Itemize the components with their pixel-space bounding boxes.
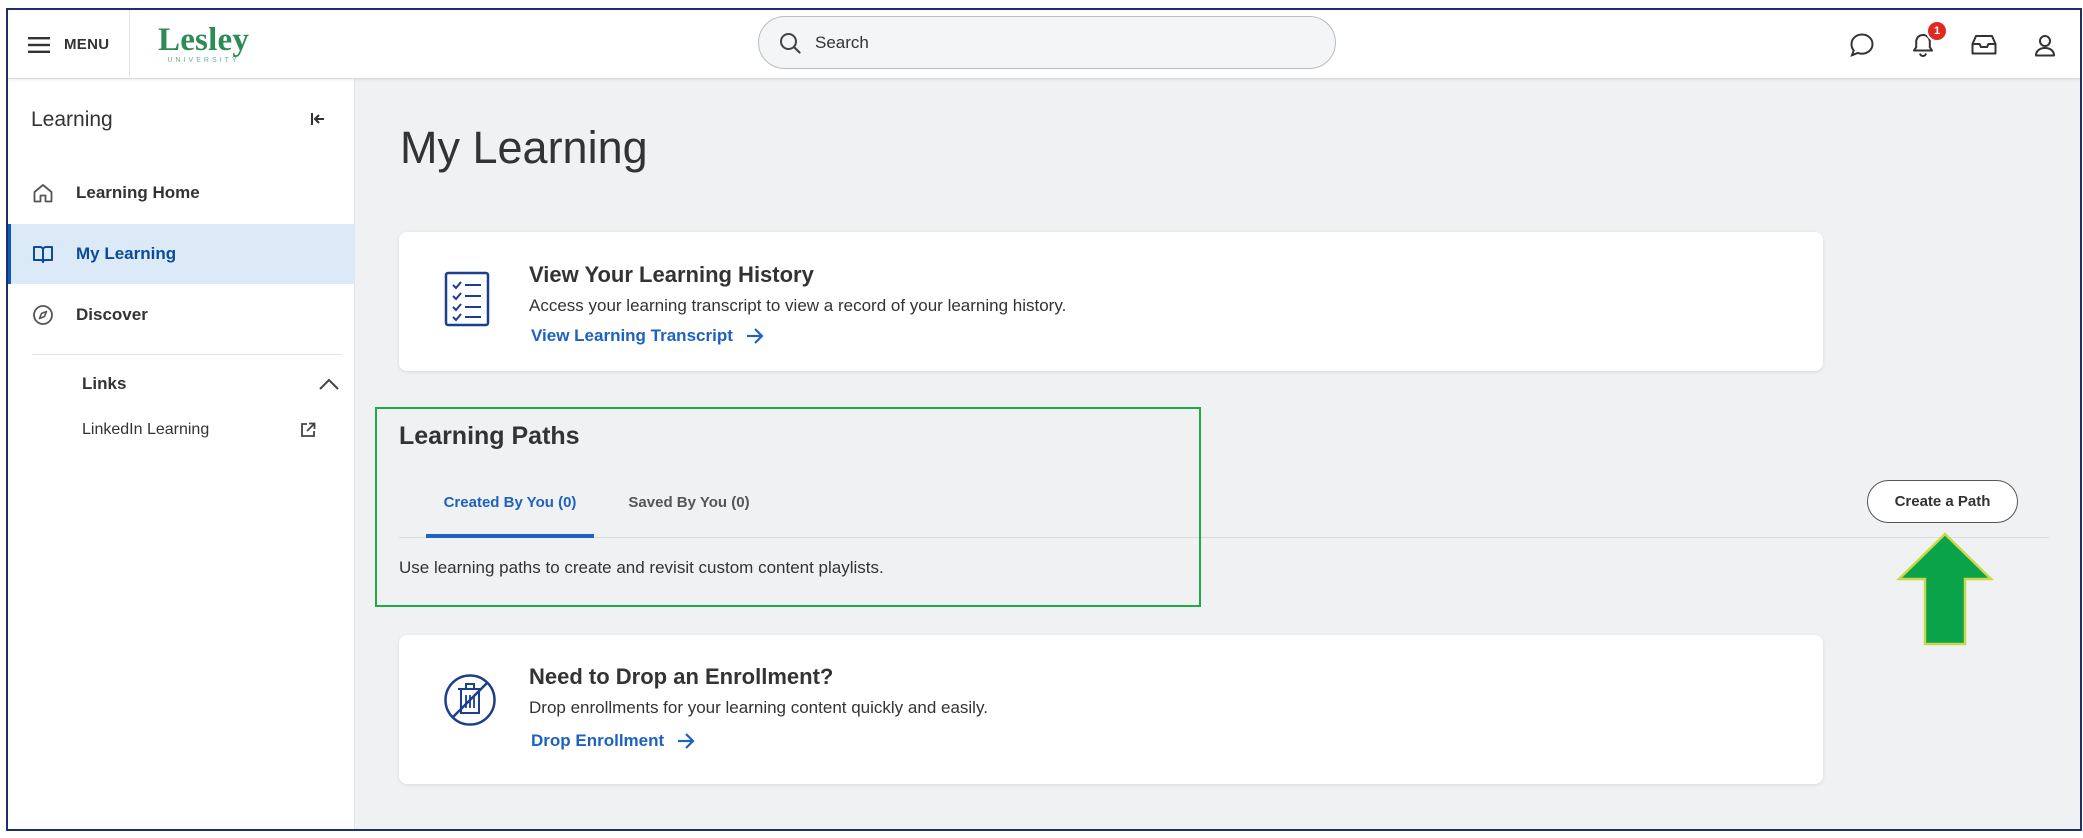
arrow-up-annotation [1895,531,1995,652]
links-label: Links [82,374,127,393]
sidebar-title: Learning [31,108,113,131]
card-description: Drop enrollments for your learning conte… [529,698,988,717]
menu-label: MENU [64,36,110,53]
create-a-path-button[interactable]: Create a Path [1867,480,2018,523]
notifications-button[interactable]: 1 [1910,19,1948,58]
link-linkedin-learning[interactable]: LinkedIn Learning [82,415,317,445]
link-label: LinkedIn Learning [82,421,210,438]
card-title: Need to Drop an Enrollment? [529,664,834,689]
sidebar-item-label: Discover [76,305,148,324]
logo-name: Lesley [158,22,250,58]
drop-enrollment-card: Need to Drop an Enrollment? Drop enrollm… [399,635,1823,784]
external-link-icon [301,422,316,437]
search-placeholder: Search [815,32,869,52]
learning-paths-title: Learning Paths [399,422,580,450]
collapse-sidebar-icon[interactable] [308,109,328,129]
profile-icon[interactable] [2032,32,2058,58]
lesley-logo[interactable]: Lesley UNIVERSITY [158,22,250,65]
compass-icon [33,305,53,325]
notification-badge: 1 [1926,19,1948,42]
checklist-icon [443,270,491,333]
search-icon [780,32,801,54]
sidebar-item-label: My Learning [76,244,177,263]
view-learning-transcript-link[interactable]: View Learning Transcript [531,326,765,346]
sidebar-item-my-learning[interactable]: My Learning [8,224,355,284]
drop-enrollment-link[interactable]: Drop Enrollment [531,731,696,751]
sidebar-item-label: Learning Home [76,183,200,202]
inbox-icon[interactable] [1971,32,1997,58]
tab-saved-by-you[interactable]: Saved By You (0) [619,494,759,538]
chat-icon[interactable] [1849,32,1875,58]
drop-enrollment-icon [443,673,497,732]
logo-subtitle: UNIVERSITY [167,57,240,64]
chevron-up-icon [319,378,339,390]
card-description: Access your learning transcript to view … [529,296,1067,315]
book-icon [33,246,53,263]
sidebar: Learning Learning Home My Learning Disco… [8,79,355,829]
sidebar-item-discover[interactable]: Discover [8,285,355,345]
top-icons: 1 [1849,10,2058,79]
learning-paths-tabs: Created By You (0) Saved By You (0) [399,482,2049,538]
top-bar: MENU Lesley UNIVERSITY Search 1 [8,10,2080,79]
link-text: Drop Enrollment [531,731,665,750]
links-section-toggle[interactable]: Links [82,369,340,399]
link-text: View Learning Transcript [531,326,733,345]
learning-paths-description: Use learning paths to create and revisit… [399,558,884,577]
sidebar-item-learning-home[interactable]: Learning Home [8,163,355,223]
sidebar-divider [32,354,342,355]
menu-button[interactable]: MENU [8,10,130,79]
search-input[interactable]: Search [758,16,1336,69]
page-title: My Learning [400,122,648,173]
card-title: View Your Learning History [529,262,814,287]
learning-history-card: View Your Learning History Access your l… [399,232,1823,371]
home-icon [33,184,53,203]
hamburger-icon [28,36,50,53]
tab-created-by-you[interactable]: Created By You (0) [426,494,594,538]
arrow-right-icon [746,328,764,344]
arrow-right-icon [678,733,695,749]
app-window: MENU Lesley UNIVERSITY Search 1 Learning… [6,8,2082,831]
